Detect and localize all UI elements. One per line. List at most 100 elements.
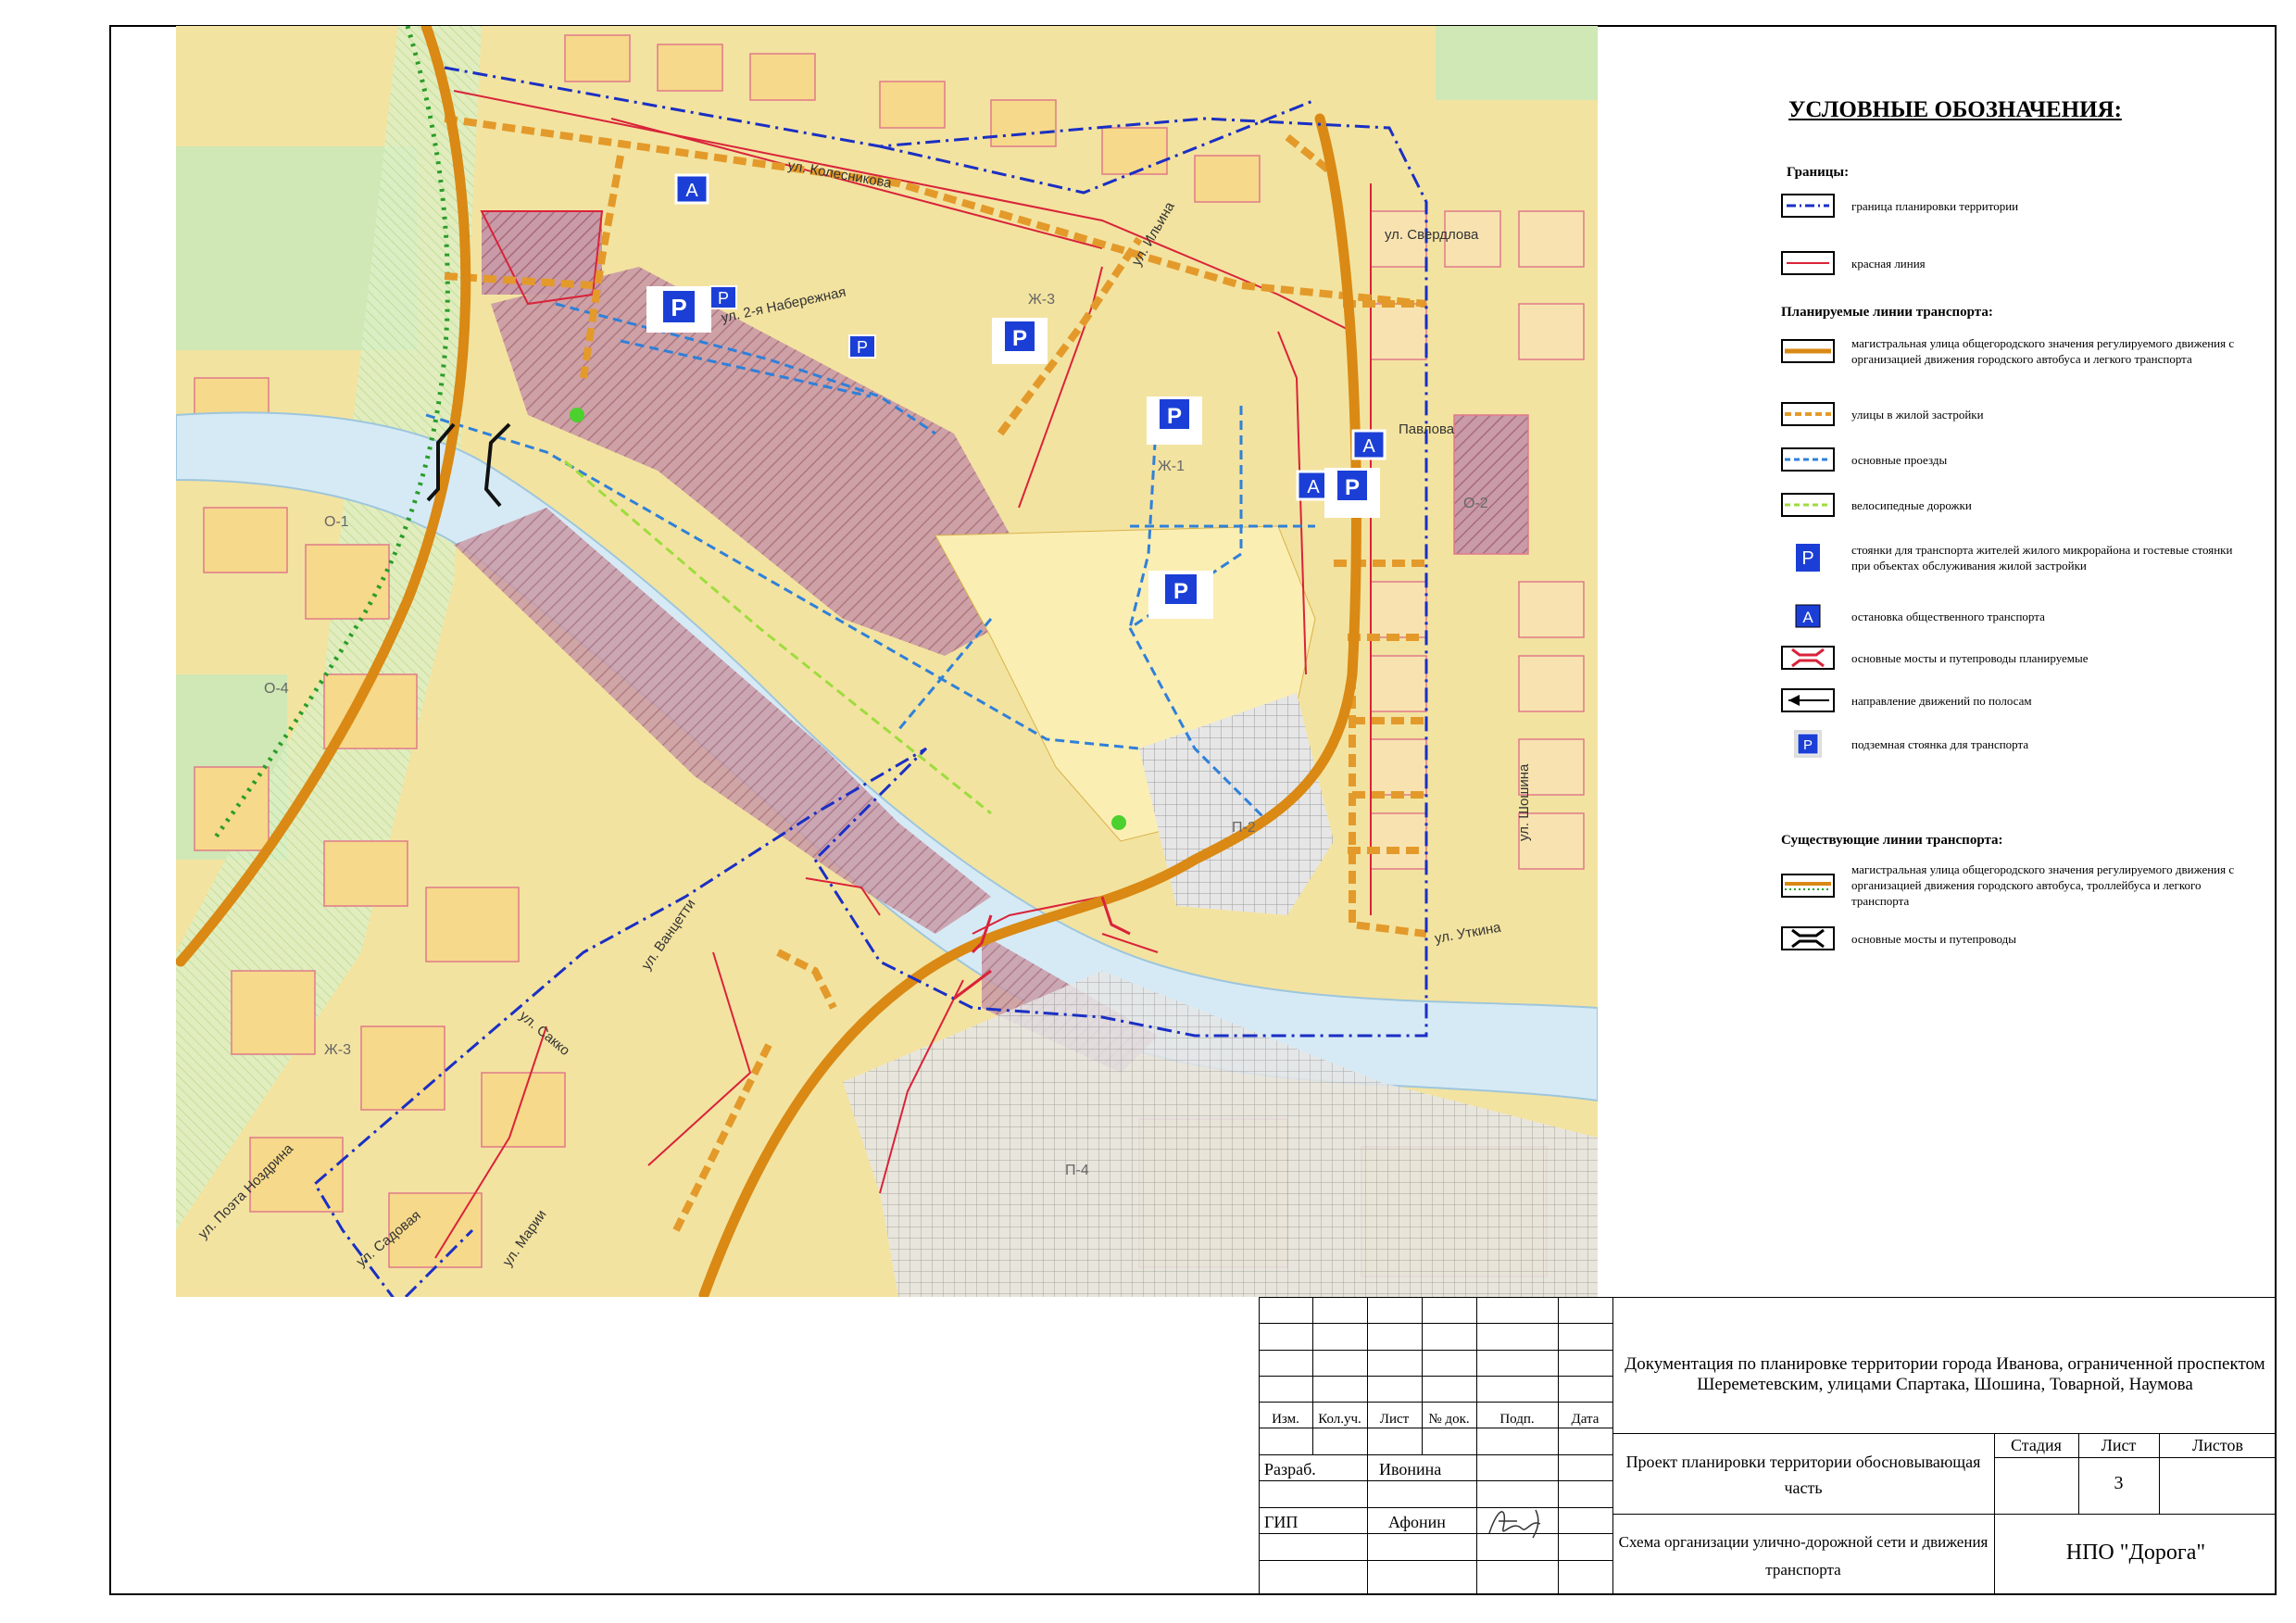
legend-row-bike: велосипедные дорожки (1781, 493, 1972, 517)
svg-text:P: P (1803, 737, 1813, 753)
legend-section-borders: Границы: (1787, 165, 1850, 180)
legend-row-residential-streets: улицы в жилой застройки (1781, 402, 1984, 426)
legend-title: УСЛОВНЫЕ ОБОЗНАЧЕНИЯ: (1788, 97, 2122, 122)
svg-text:А: А (1307, 477, 1320, 497)
col-header: Изм. (1272, 1412, 1299, 1427)
title-block: Документация по планировке территории го… (1259, 1297, 2277, 1595)
sheets-header: Листов (2192, 1436, 2243, 1454)
street-label: Павлова (1399, 421, 1455, 437)
col-header: Кол.уч. (1318, 1412, 1361, 1427)
legend-label: стоянки для транспорта жителей жилого ми… (1851, 543, 2233, 572)
bridge-existing-swatch (1781, 926, 1835, 950)
zone-label: П-4 (1065, 1163, 1089, 1178)
existing-street-swatch (1781, 873, 1835, 898)
legend-section-planned: Планируемые линии транспорта: (1781, 305, 1993, 320)
legend-label: направление движений по полосам (1851, 693, 2032, 708)
red-line-swatch (1781, 251, 1835, 275)
zone-label: О-4 (264, 681, 289, 697)
legend-label: основные мосты и путепроводы планируемые (1851, 650, 2089, 665)
legend-label: основные мосты и путепроводы (1851, 931, 2016, 946)
col-header: Дата (1571, 1412, 1600, 1427)
passage-swatch (1781, 447, 1835, 472)
svg-text:P: P (1345, 475, 1360, 500)
parking-swatch: P (1781, 542, 1835, 573)
legend-row-underground: P подземная стоянка для транспорта (1781, 730, 2028, 758)
parking-sign: P (992, 318, 1048, 364)
legend-row-parking: P стоянки для транспорта жителей жилого … (1781, 542, 2263, 573)
zone-label: Ж-1 (1158, 459, 1185, 474)
col-header: № док. (1428, 1412, 1470, 1427)
point-marker (1111, 815, 1126, 830)
legend-section-existing: Существующие линии транспорта: (1781, 833, 2003, 848)
legend-label: подземная стоянка для транспорта (1851, 736, 2029, 751)
svg-text:P: P (1173, 579, 1188, 604)
svg-text:А: А (685, 181, 698, 201)
legend-label: велосипедные дорожки (1851, 497, 1972, 512)
legend-row-bridges-planned: основные мосты и путепроводы планируемые (1781, 646, 2089, 670)
col-header: Лист (1379, 1412, 1410, 1427)
svg-text:P: P (1167, 404, 1182, 429)
bus-stop-sign: А (1296, 470, 1331, 501)
project-title: Проект планировки территории обосновываю… (1625, 1453, 1981, 1497)
sheet-number: 3 (2114, 1473, 2124, 1493)
lane-direction-swatch (1781, 688, 1835, 712)
role-developer: Разраб. (1264, 1460, 1316, 1478)
zone-label: Ж-3 (324, 1042, 351, 1058)
green-zone (1436, 26, 1598, 100)
planning-map: А А А P P P P P P P ул. Колесникова ул. … (176, 26, 1598, 1297)
signature (1488, 1509, 1541, 1539)
bus-stop-swatch: А (1781, 604, 1835, 628)
zone-label: О-2 (1463, 496, 1488, 511)
legend-row-red-line: красная линия (1781, 251, 1926, 275)
svg-text:P: P (671, 294, 686, 321)
parking-sign: P (1147, 396, 1202, 445)
bus-stop-sign: А (1351, 429, 1386, 460)
bike-swatch (1781, 493, 1835, 517)
bridge-planned-swatch (1781, 646, 1835, 670)
residential-street-swatch (1781, 402, 1835, 426)
point-marker (570, 408, 584, 422)
legend-label: основные проезды (1851, 452, 1948, 467)
svg-text:P: P (1801, 548, 1813, 569)
legend-label: магистральная улица общегородского значе… (1851, 336, 2235, 366)
main-street-swatch (1781, 339, 1835, 363)
street-label: ул. Свердлова (1385, 227, 1479, 243)
street-label: ул. Шошина (1516, 763, 1532, 841)
legend-label: красная линия (1851, 256, 1926, 270)
map-svg: А А А P P P P P P P ул. Колесникова ул. … (176, 26, 1598, 1297)
parking-sign: P (1148, 571, 1213, 619)
legend-row-boundary: граница планировки территории (1781, 194, 2018, 218)
zone-label: Ж-3 (1028, 292, 1055, 308)
legend-row-lane-direction: направление движений по полосам (1781, 688, 2032, 712)
underground-parking-swatch: P (1781, 730, 1835, 758)
scheme-title: Схема организации улично-дорожной сети и… (1618, 1533, 1989, 1579)
sheet-header: Лист (2101, 1436, 2137, 1454)
legend-label: магистральная улица общегородского значе… (1851, 862, 2235, 908)
document-title: Документация по планировке территории го… (1625, 1354, 2265, 1394)
svg-text:А: А (1802, 609, 1813, 626)
legend-label: остановка общественного транспорта (1851, 609, 2045, 623)
svg-text:P: P (1012, 326, 1027, 351)
legend-row-bus-stop: А остановка общественного транспорта (1781, 604, 2045, 628)
boundary-swatch (1781, 194, 1835, 218)
col-header: Подп. (1499, 1412, 1535, 1427)
parking-sign: P (646, 286, 711, 333)
legend-row-existing-street: магистральная улица общегородского значе… (1781, 862, 2263, 909)
underground-parking-sign: P (848, 334, 876, 359)
legend-row-bridges-existing: основные мосты и путепроводы (1781, 926, 2016, 950)
legend-label: улицы в жилой застройки (1851, 407, 1984, 421)
bus-stop-sign: А (674, 173, 709, 205)
stage-header: Стадия (2011, 1436, 2062, 1454)
svg-text:А: А (1362, 436, 1375, 457)
legend-row-main-street: магистральная улица общегородского значе… (1781, 335, 2263, 367)
svg-text:P: P (718, 289, 729, 308)
svg-text:P: P (857, 338, 868, 357)
zone-label: П-2 (1232, 820, 1256, 836)
organization-name: НПО "Дорога" (2065, 1541, 2206, 1565)
zone-label: О-1 (324, 514, 349, 530)
parking-sign: P (1324, 468, 1380, 518)
legend-label: граница планировки территории (1851, 198, 2019, 213)
chief-engineer-name: Афонин (1388, 1513, 1446, 1531)
developer-name: Ивонина (1379, 1460, 1442, 1478)
legend-row-passages: основные проезды (1781, 447, 1947, 472)
